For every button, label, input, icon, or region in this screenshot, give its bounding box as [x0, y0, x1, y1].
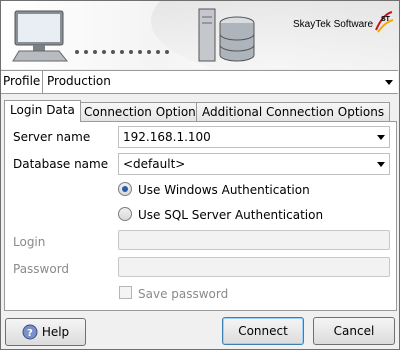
- help-button[interactable]: ? Help: [5, 318, 86, 346]
- windows-auth-label[interactable]: Use Windows Authentication: [138, 183, 310, 197]
- login-label: Login: [13, 235, 46, 249]
- help-icon: ?: [22, 324, 38, 340]
- profile-selector[interactable]: Profile Production: [1, 70, 398, 94]
- svg-text:ST: ST: [381, 16, 391, 23]
- profile-value[interactable]: Production: [47, 74, 111, 88]
- windows-auth-radio[interactable]: [118, 182, 132, 196]
- server-name-label: Server name: [13, 130, 91, 144]
- chevron-down-icon[interactable]: [377, 135, 385, 140]
- database-server-icon: [198, 8, 255, 62]
- save-password-checkbox[interactable]: [119, 286, 132, 299]
- sql-auth-radio[interactable]: [118, 207, 132, 221]
- tab-login-data[interactable]: Login Data: [4, 100, 81, 122]
- profile-dropdown-arrow-icon[interactable]: [384, 71, 394, 93]
- skaytek-logo-icon: ST: [375, 11, 394, 33]
- password-field[interactable]: [118, 257, 390, 277]
- database-name-label: Database name: [13, 157, 109, 171]
- profile-label: Profile: [3, 74, 41, 88]
- cancel-button[interactable]: Cancel: [313, 317, 395, 345]
- chevron-down-icon[interactable]: [377, 162, 385, 167]
- computer-icon: [12, 10, 69, 62]
- profile-divider: [42, 71, 43, 93]
- tab-additional-connection-options[interactable]: Additional Connection Options: [196, 102, 391, 121]
- brand-name: SkayTek Software: [293, 19, 374, 30]
- svg-text:?: ?: [27, 328, 33, 339]
- database-name-combo[interactable]: <default>: [118, 153, 390, 175]
- tab-connection-options[interactable]: Connection Options: [78, 102, 209, 121]
- save-password-label[interactable]: Save password: [138, 287, 228, 301]
- help-button-label: Help: [41, 325, 70, 339]
- header-banner: SkayTek Software ST: [1, 1, 399, 69]
- password-label: Password: [13, 262, 70, 276]
- server-name-value: 192.168.1.100: [123, 130, 211, 144]
- banner-swoosh: [151, 1, 399, 69]
- login-field[interactable]: [118, 230, 390, 250]
- connection-dots: [75, 43, 174, 57]
- sql-auth-label[interactable]: Use SQL Server Authentication: [138, 208, 323, 222]
- server-name-combo[interactable]: 192.168.1.100: [118, 126, 390, 148]
- database-name-value: <default>: [123, 157, 186, 171]
- connect-button[interactable]: Connect: [222, 317, 304, 345]
